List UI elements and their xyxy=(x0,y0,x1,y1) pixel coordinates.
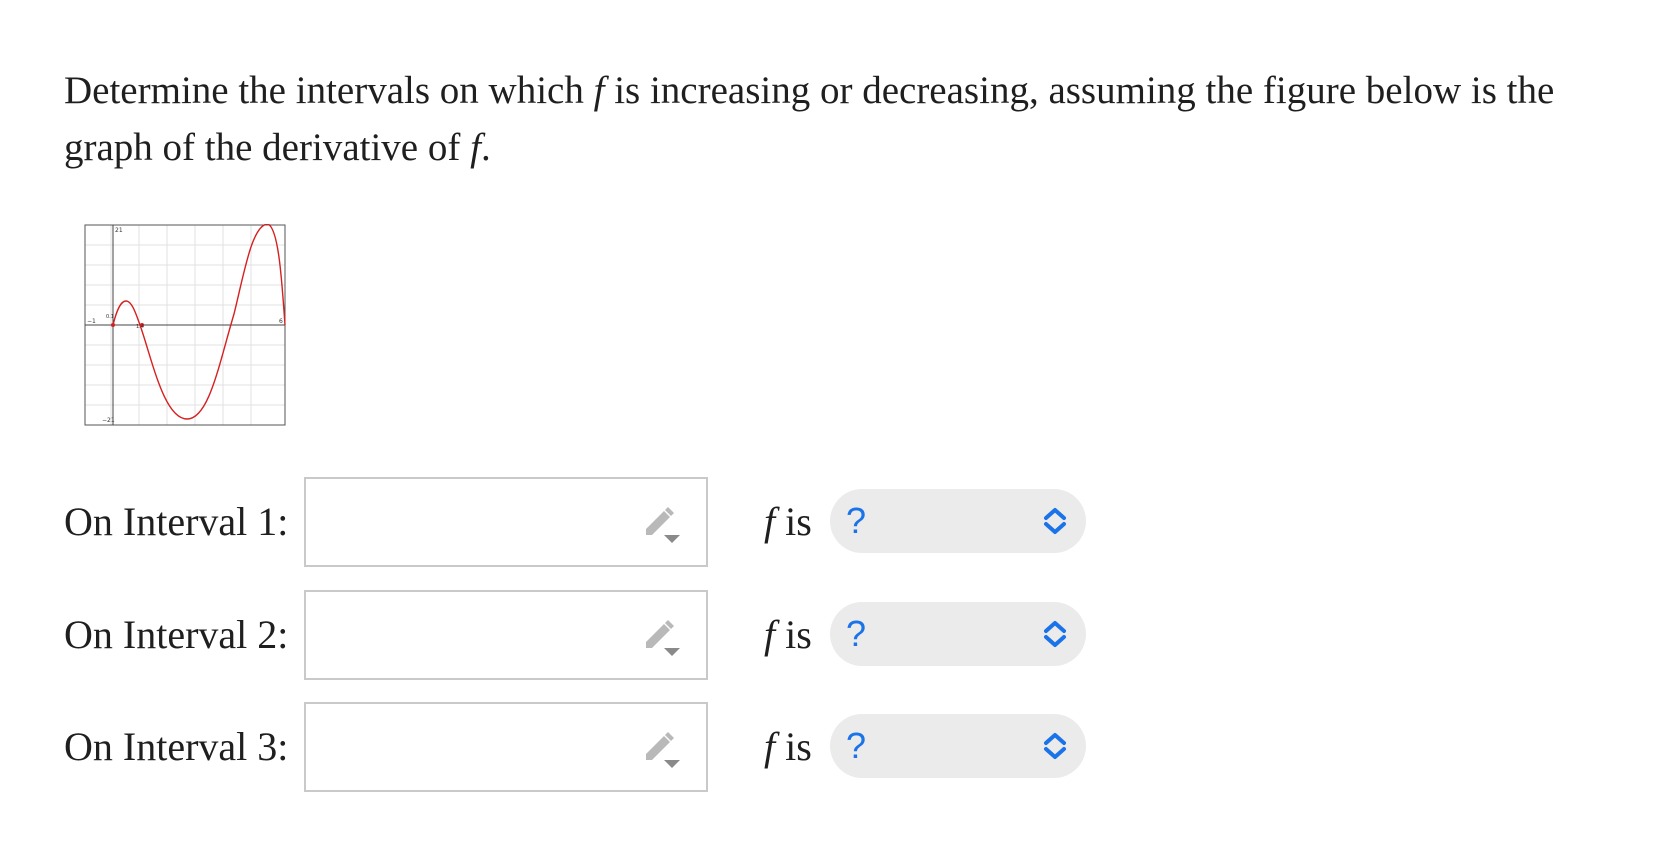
question-text: Determine the intervals on which f is in… xyxy=(64,62,1624,176)
derivative-graph: −1 6 21 −21 0.1 1.4 xyxy=(84,223,286,426)
f-symbol-3: f xyxy=(764,724,776,769)
is-word-2: is xyxy=(785,612,812,657)
interval-input-1[interactable] xyxy=(306,479,654,565)
x-max-label: 6 xyxy=(279,318,283,325)
select-value-1: ? xyxy=(846,500,867,541)
interval-label-1: On Interval 1: xyxy=(64,499,289,544)
f-symbol-2: f xyxy=(764,612,776,657)
is-word-1: is xyxy=(785,499,812,544)
f-glyph-2: f xyxy=(470,126,481,169)
point-label-2: 1.4 xyxy=(136,324,144,330)
point-label-1: 0.1 xyxy=(106,314,114,320)
interval-row-1: On Interval 1: f is ? xyxy=(64,477,1114,567)
pencil-dropdown-icon[interactable] xyxy=(640,730,684,770)
pencil-dropdown-icon[interactable] xyxy=(640,505,684,545)
behavior-select-3[interactable]: ? xyxy=(830,714,1086,778)
interval-label-2: On Interval 2: xyxy=(64,612,289,657)
x-min-label: −1 xyxy=(87,318,96,325)
chevron-up-down-icon xyxy=(1044,621,1066,647)
f-is-text-3: f is xyxy=(764,702,812,792)
chevron-up-down-icon xyxy=(1044,508,1066,534)
y-max-label: 21 xyxy=(115,227,123,234)
behavior-select-2[interactable]: ? xyxy=(830,602,1086,666)
f-is-text-2: f is xyxy=(764,590,812,680)
interval-row-2: On Interval 2: f is ? xyxy=(64,590,1114,680)
interval-input-box-3[interactable] xyxy=(304,702,708,792)
derivative-graph-svg: −1 6 21 −21 0.1 1.4 xyxy=(84,223,286,426)
interval-input-2[interactable] xyxy=(306,592,654,678)
zero-point-1 xyxy=(111,323,115,327)
question-part1: Determine the intervals on which xyxy=(64,69,584,112)
interval-input-3[interactable] xyxy=(306,704,654,790)
interval-input-box-1[interactable] xyxy=(304,477,708,567)
pencil-dropdown-icon[interactable] xyxy=(640,618,684,658)
behavior-select-1[interactable]: ? xyxy=(830,489,1086,553)
interval-row-3: On Interval 3: f is ? xyxy=(64,702,1114,792)
select-value-2: ? xyxy=(846,613,867,654)
interval-label-3: On Interval 3: xyxy=(64,724,289,769)
select-value-3: ? xyxy=(846,725,867,766)
question-end: . xyxy=(480,126,491,169)
is-word-3: is xyxy=(785,724,812,769)
f-symbol-1: f xyxy=(764,499,776,544)
f-glyph-1: f xyxy=(593,69,605,112)
interval-input-box-2[interactable] xyxy=(304,590,708,680)
f-is-text-1: f is xyxy=(764,477,812,567)
y-min-label: −21 xyxy=(102,417,115,424)
chevron-up-down-icon xyxy=(1044,733,1066,759)
